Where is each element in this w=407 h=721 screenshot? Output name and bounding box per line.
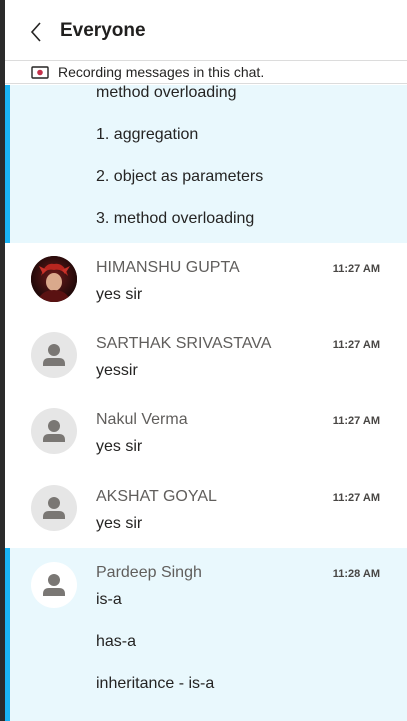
avatar[interactable] xyxy=(31,562,77,608)
message-time: 11:27 AM xyxy=(332,492,380,504)
highlight-accent xyxy=(5,85,10,243)
recording-icon xyxy=(31,66,49,79)
avatar[interactable] xyxy=(31,408,77,454)
profile-photo-icon xyxy=(31,256,77,302)
message-item: method overloading 1. aggregation 2. obj… xyxy=(5,84,407,243)
back-button[interactable] xyxy=(27,20,47,44)
chat-header: Everyone xyxy=(5,0,407,62)
message-line: yes sir xyxy=(96,515,143,532)
message-line: 3. method overloading xyxy=(96,210,255,227)
message-line: method overloading xyxy=(96,84,237,101)
recording-text: Recording messages in this chat. xyxy=(58,64,265,80)
message-item: HIMANSHU GUPTA 11:27 AM yes sir xyxy=(5,243,407,319)
message-line: is-a xyxy=(96,591,122,608)
message-line: 2. object as parameters xyxy=(96,168,264,185)
highlight-accent xyxy=(5,548,10,721)
message-line: yes sir xyxy=(96,286,143,303)
message-line: yes sir xyxy=(96,438,143,455)
sender-name: Nakul Verma xyxy=(96,411,188,428)
sender-name: AKSHAT GOYAL xyxy=(96,488,217,505)
recording-banner: Recording messages in this chat. xyxy=(5,60,407,84)
message-time: 11:27 AM xyxy=(332,263,380,275)
chat-title: Everyone xyxy=(60,20,146,41)
message-line: has-a xyxy=(96,633,137,650)
message-line: inheritance - is-a xyxy=(96,675,215,692)
person-icon xyxy=(43,497,65,519)
chevron-left-icon xyxy=(30,22,41,42)
avatar[interactable] xyxy=(31,332,77,378)
message-item: AKSHAT GOYAL 11:27 AM yes sir xyxy=(5,471,407,548)
message-line: yessir xyxy=(96,362,138,379)
sender-name: Pardeep Singh xyxy=(96,564,202,581)
sender-name: HIMANSHU GUPTA xyxy=(96,259,240,276)
message-time: 11:28 AM xyxy=(332,568,380,580)
message-line: 1. aggregation xyxy=(96,126,199,143)
avatar[interactable] xyxy=(31,485,77,531)
person-icon xyxy=(43,574,65,596)
message-item: Pardeep Singh 11:28 AM is-a has-a inheri… xyxy=(5,548,407,721)
avatar[interactable] xyxy=(31,256,77,302)
person-icon xyxy=(43,420,65,442)
message-time: 11:27 AM xyxy=(332,339,380,351)
message-item: Nakul Verma 11:27 AM yes sir xyxy=(5,395,407,471)
person-icon xyxy=(43,344,65,366)
message-item: SARTHAK SRIVASTAVA 11:27 AM yessir xyxy=(5,319,407,395)
sender-name: SARTHAK SRIVASTAVA xyxy=(96,335,272,352)
message-time: 11:27 AM xyxy=(332,415,380,427)
